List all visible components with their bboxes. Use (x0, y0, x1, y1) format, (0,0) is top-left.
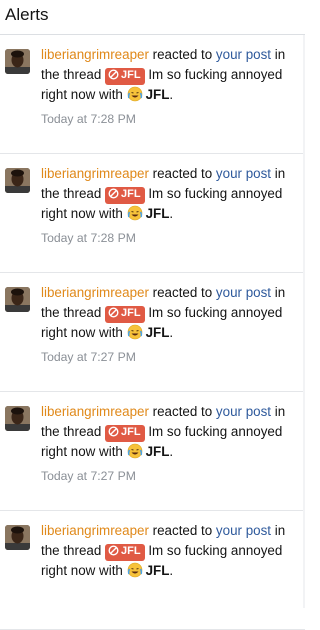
prefix-label: JFL (121, 188, 141, 200)
post-link[interactable]: post (246, 523, 271, 538)
thread-prefix-badge[interactable]: JFL (105, 425, 145, 442)
period: . (169, 206, 174, 221)
period: . (169, 563, 174, 578)
crying-laughing-emoji-icon (127, 205, 143, 227)
period: . (169, 87, 174, 102)
username-link[interactable]: liberiangrimreaper (41, 47, 149, 62)
crying-laughing-emoji-icon (127, 86, 143, 108)
post-link[interactable]: post (246, 285, 271, 300)
alert-timestamp: Today at 7:27 PM (41, 350, 136, 364)
action-text: reacted to (148, 47, 216, 62)
slash-circle-icon (108, 188, 119, 204)
post-link[interactable]: post (246, 166, 271, 181)
alerts-header: Alerts (0, 0, 305, 35)
username-link[interactable]: liberiangrimreaper (41, 404, 149, 419)
alert-text: liberiangrimreaper reacted to your post … (41, 402, 299, 465)
your-link[interactable]: your (216, 404, 242, 419)
slash-circle-icon (108, 307, 119, 323)
alert-timestamp: Today at 7:27 PM (41, 469, 136, 483)
username-link[interactable]: liberiangrimreaper (41, 523, 149, 538)
reaction-name: JFL (145, 444, 170, 459)
alert-item[interactable]: liberiangrimreaper reacted to your post … (0, 273, 305, 392)
crying-laughing-emoji-icon (127, 324, 143, 346)
thread-prefix-badge[interactable]: JFL (105, 306, 145, 323)
crying-laughing-emoji-icon (127, 443, 143, 465)
scrollbar-track[interactable] (303, 35, 305, 608)
thread-prefix-badge[interactable]: JFL (105, 68, 145, 85)
prefix-label: JFL (121, 307, 141, 319)
action-text: reacted to (148, 285, 216, 300)
page-title: Alerts (5, 5, 49, 24)
alert-timestamp: Today at 7:28 PM (41, 112, 136, 126)
alert-text: liberiangrimreaper reacted to your post … (41, 164, 299, 227)
action-text: reacted to (148, 404, 216, 419)
reaction-name: JFL (145, 563, 170, 578)
prefix-label: JFL (121, 69, 141, 81)
alert-text: liberiangrimreaper reacted to your post … (41, 45, 299, 108)
your-link[interactable]: your (216, 47, 242, 62)
user-avatar[interactable] (5, 525, 30, 550)
reaction-name: JFL (145, 325, 170, 340)
post-link[interactable]: post (246, 47, 271, 62)
reaction-name: JFL (145, 206, 170, 221)
thread-prefix-badge[interactable]: JFL (105, 187, 145, 204)
period: . (169, 325, 174, 340)
slash-circle-icon (108, 545, 119, 561)
post-link[interactable]: post (246, 404, 271, 419)
thread-prefix-badge[interactable]: JFL (105, 544, 145, 561)
alert-text: liberiangrimreaper reacted to your post … (41, 283, 299, 346)
action-text: reacted to (148, 523, 216, 538)
user-avatar[interactable] (5, 287, 30, 312)
user-avatar[interactable] (5, 168, 30, 193)
crying-laughing-emoji-icon (127, 562, 143, 584)
your-link[interactable]: your (216, 523, 242, 538)
period: . (169, 444, 174, 459)
username-link[interactable]: liberiangrimreaper (41, 285, 149, 300)
alert-list: liberiangrimreaper reacted to your post … (0, 35, 305, 630)
slash-circle-icon (108, 69, 119, 85)
action-text: reacted to (148, 166, 216, 181)
your-link[interactable]: your (216, 166, 242, 181)
alert-item[interactable]: liberiangrimreaper reacted to your post … (0, 154, 305, 273)
user-avatar[interactable] (5, 406, 30, 431)
alert-item[interactable]: liberiangrimreaper reacted to your post … (0, 392, 305, 511)
alert-item[interactable]: liberiangrimreaper reacted to your post … (0, 35, 305, 154)
slash-circle-icon (108, 426, 119, 442)
reaction-name: JFL (145, 87, 170, 102)
username-link[interactable]: liberiangrimreaper (41, 166, 149, 181)
alert-timestamp: Today at 7:28 PM (41, 231, 136, 245)
prefix-label: JFL (121, 545, 141, 557)
alert-text: liberiangrimreaper reacted to your post … (41, 521, 299, 584)
user-avatar[interactable] (5, 49, 30, 74)
alert-item[interactable]: liberiangrimreaper reacted to your post … (0, 511, 305, 630)
your-link[interactable]: your (216, 285, 242, 300)
prefix-label: JFL (121, 426, 141, 438)
